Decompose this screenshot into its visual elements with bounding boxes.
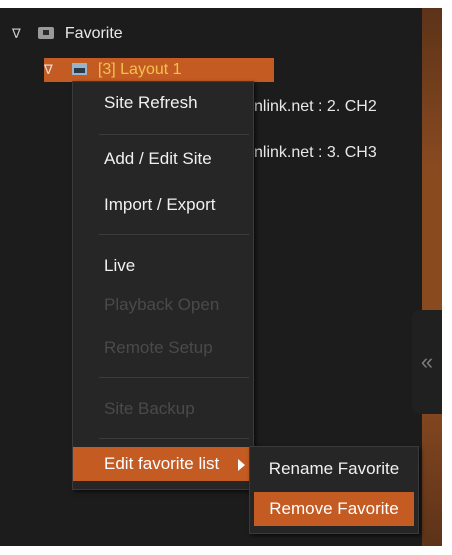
menu-item-playback-open: Playback Open: [104, 295, 220, 314]
tree-node-label: [3] Layout 1: [97, 61, 182, 78]
expand-toggle-icon[interactable]: ∇: [12, 22, 28, 46]
context-menu: Site Refresh Add / Edit Site Import / Ex…: [72, 81, 254, 490]
menu-item-site-refresh[interactable]: Site Refresh: [73, 86, 253, 120]
menu-separator: [99, 438, 249, 439]
tree-node-layout[interactable]: ∇ [3] Layout 1: [44, 58, 274, 82]
menu-separator: [99, 234, 249, 235]
menu-item-remote-setup: Remote Setup: [104, 338, 213, 357]
folder-icon: [38, 27, 55, 39]
frame-top-border: [0, 0, 452, 8]
menu-item-import-export[interactable]: Import / Export: [73, 188, 253, 222]
favorite-submenu: Rename Favorite Remove Favorite: [249, 446, 419, 534]
expand-toggle-icon[interactable]: ∇: [44, 58, 60, 82]
right-side-strip: [422, 8, 442, 546]
tree-node-favorite[interactable]: ∇ Favorite: [12, 22, 123, 46]
submenu-arrow-icon: [238, 459, 245, 471]
menu-item-label: Edit favorite list: [104, 454, 220, 473]
menu-item-site-backup: Site Backup: [104, 399, 195, 418]
menu-item-edit-favorite-list[interactable]: Edit favorite list: [73, 447, 253, 481]
collapse-panel-button[interactable]: «: [412, 310, 442, 414]
tree-node-label: Favorite: [64, 25, 123, 42]
menu-item-remove-favorite[interactable]: Remove Favorite: [254, 492, 414, 526]
menu-item-rename-favorite[interactable]: Rename Favorite: [254, 452, 414, 486]
frame-right-border: [442, 0, 452, 555]
menu-separator: [99, 134, 249, 135]
tree-node-channel[interactable]: nlink.net : 3. CH3: [254, 144, 377, 162]
menu-item-live[interactable]: Live: [73, 249, 253, 283]
menu-separator: [99, 377, 249, 378]
layout-icon: [72, 63, 88, 75]
tree-node-channel[interactable]: nlink.net : 2. CH2: [254, 98, 377, 116]
frame-bottom-border: [0, 546, 452, 555]
menu-item-add-edit-site[interactable]: Add / Edit Site: [73, 142, 253, 176]
